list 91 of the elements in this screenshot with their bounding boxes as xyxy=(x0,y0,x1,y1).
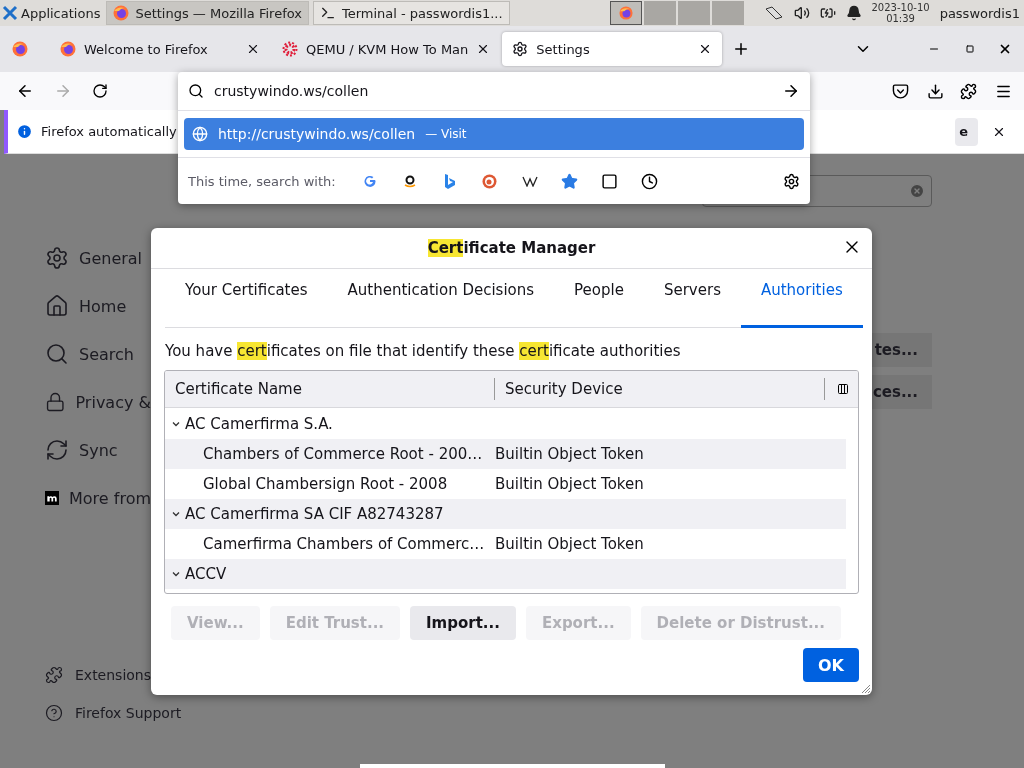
clock[interactable]: 2023-10-10 01:39 xyxy=(871,2,930,24)
table-cell: ACCV xyxy=(185,565,227,583)
column-header[interactable]: Security Device xyxy=(495,378,825,400)
amazon-icon xyxy=(402,174,417,188)
resize-grip-icon[interactable] xyxy=(861,684,871,694)
table-cell: Chambers of Commerce Root - 200… xyxy=(203,445,483,463)
firefox-icon xyxy=(60,41,76,57)
table-cell: AC Camerfirma S.A. xyxy=(185,415,333,433)
dialog-title: Certificate Manager xyxy=(427,239,596,257)
taskbar-task[interactable]: Settings — Mozilla Firefox xyxy=(106,1,309,25)
puzzle-icon[interactable] xyxy=(960,82,977,100)
chevron-down-icon[interactable] xyxy=(171,569,181,579)
sidebar-item[interactable]: Privacy & xyxy=(45,378,151,426)
network-icon[interactable] xyxy=(763,5,784,21)
close-icon[interactable] xyxy=(246,42,260,56)
workspace-button[interactable] xyxy=(609,1,642,25)
table-cell: Builtin Object Token xyxy=(495,445,644,463)
history-icon xyxy=(641,172,659,190)
applications-menu[interactable]: Applications xyxy=(0,5,107,21)
tab-icon xyxy=(601,172,619,190)
table-cell: Global Chambersign Root - 2008 xyxy=(203,475,448,493)
sidebar-item[interactable]: Search xyxy=(45,330,151,378)
info-icon xyxy=(16,123,33,140)
duck-icon xyxy=(482,173,498,189)
browser-tab[interactable]: Welcome to Firefox xyxy=(50,32,270,66)
dialog-tab[interactable]: People xyxy=(554,281,644,328)
cog-icon xyxy=(282,41,298,57)
column-picker-icon[interactable] xyxy=(837,383,849,395)
back-icon[interactable] xyxy=(16,82,34,100)
firefox-icon xyxy=(12,41,28,57)
search-icon xyxy=(45,342,69,366)
settings-icon xyxy=(45,246,69,270)
dialog-tab[interactable]: Authorities xyxy=(740,281,863,328)
sidebar-link[interactable]: Firefox Support xyxy=(45,694,182,732)
table-row[interactable]: Global Chambersign Root - 2008 Builtin Object Token xyxy=(165,469,846,499)
sidebar-item[interactable]: Home xyxy=(45,282,151,330)
sidebar-item[interactable]: More from xyxy=(45,474,151,522)
browser-tab[interactable]: Settings xyxy=(502,32,723,66)
battery-icon[interactable] xyxy=(819,5,836,21)
bing-icon xyxy=(443,173,456,189)
browser-tab[interactable]: QEMU / KVM How To Man xyxy=(272,32,501,66)
star-icon xyxy=(561,172,579,190)
chevron-down-icon[interactable] xyxy=(171,509,181,519)
xfce-logo-icon xyxy=(2,5,18,21)
firefox-icon xyxy=(113,5,130,21)
table-cell: Builtin Object Token xyxy=(495,475,644,493)
google-icon xyxy=(362,174,377,188)
notification-button[interactable]: e xyxy=(955,117,978,146)
dialog-button[interactable]: Import... xyxy=(410,606,516,640)
search-icon xyxy=(188,83,204,99)
home-icon xyxy=(45,294,69,318)
reload-icon[interactable] xyxy=(92,83,108,99)
clear-icon[interactable] xyxy=(909,183,925,199)
table-row[interactable]: Chambers of Commerce Root - 200… Builtin Object Token xyxy=(165,439,846,469)
table-row[interactable]: AC Camerfirma S.A. xyxy=(165,409,846,439)
table-cell: Builtin Object Token xyxy=(495,535,644,553)
ok-button[interactable]: OK xyxy=(803,648,859,682)
firefox-icon xyxy=(618,6,633,20)
sync-icon xyxy=(45,438,69,462)
sidebar-item[interactable]: General xyxy=(45,234,151,282)
dialog-tab[interactable]: Authentication Decisions xyxy=(327,281,555,328)
sidebar-item[interactable]: Sync xyxy=(45,426,151,474)
settings-icon[interactable] xyxy=(783,172,800,190)
puzzle-icon xyxy=(45,666,63,684)
sidebar-link[interactable]: Extensions xyxy=(45,656,152,694)
url-suggestion[interactable]: http://crustywindo.ws/collen — Visit xyxy=(184,118,804,150)
help-icon xyxy=(45,704,63,722)
table-row[interactable]: Camerfirma Chambers of Commerc… Builtin Object Token xyxy=(165,529,846,559)
lock-icon xyxy=(45,390,66,414)
search-with-label: This time, search with: xyxy=(188,173,336,189)
maximize-icon[interactable] xyxy=(966,45,975,53)
chevron-down-icon[interactable] xyxy=(171,419,181,429)
settings-icon xyxy=(512,41,529,57)
column-header[interactable]: Certificate Name xyxy=(165,378,495,400)
taskbar-task[interactable]: Terminal - passwordis1... xyxy=(312,1,510,25)
pocket-icon[interactable] xyxy=(892,82,909,100)
wikipedia-icon xyxy=(521,175,538,187)
table-row[interactable]: ACCV xyxy=(165,559,846,589)
go-icon[interactable] xyxy=(782,82,800,100)
terminal-icon xyxy=(319,5,336,21)
dialog-tab[interactable]: Servers xyxy=(643,281,741,328)
globe-icon xyxy=(192,126,208,142)
table-cell: Camerfirma Chambers of Commerc… xyxy=(203,535,485,553)
table-cell: AC Camerfirma SA CIF A82743287 xyxy=(185,505,444,523)
dialog-tab[interactable]: Your Certificates xyxy=(165,281,328,328)
notification-text: Firefox automatically xyxy=(41,124,177,139)
volume-icon[interactable] xyxy=(793,5,810,21)
user-name[interactable]: passwordis1 xyxy=(939,5,1020,21)
table-row[interactable]: AC Camerfirma SA CIF A82743287 xyxy=(165,499,846,529)
download-icon[interactable] xyxy=(927,82,944,100)
bell-icon[interactable] xyxy=(845,5,862,21)
